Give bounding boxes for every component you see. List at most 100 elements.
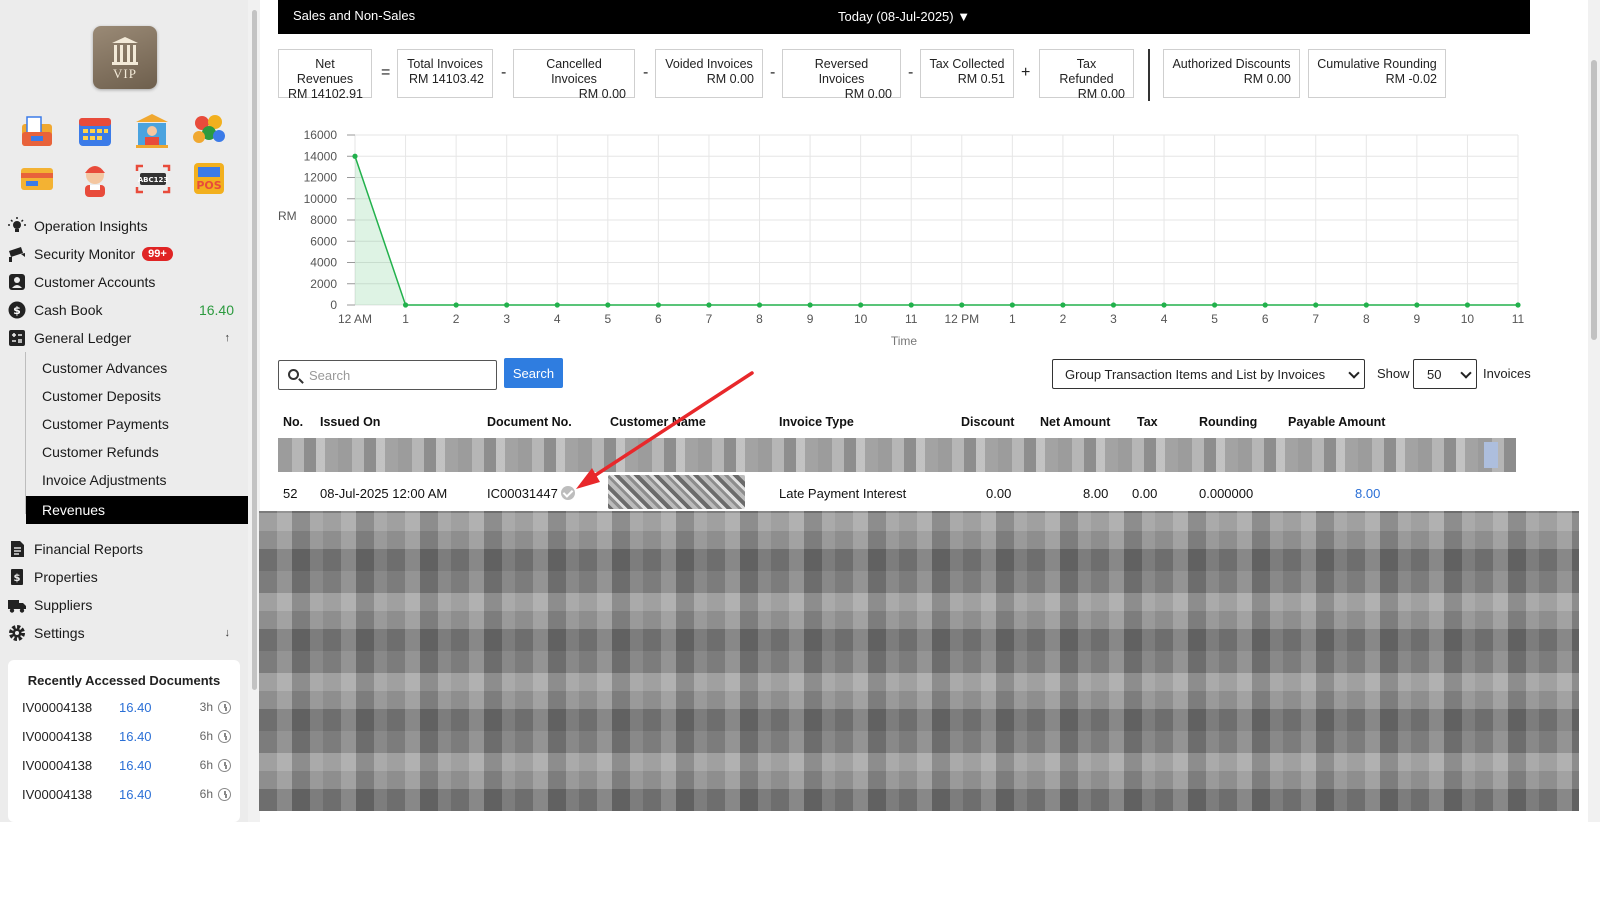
- pos-terminal-icon[interactable]: POS: [191, 160, 227, 194]
- chart-data-point[interactable]: [352, 153, 358, 159]
- bank-user-icon[interactable]: [134, 112, 170, 148]
- search-button[interactable]: Search: [504, 358, 563, 388]
- sub-customer-advances[interactable]: Customer Advances: [42, 354, 242, 382]
- vip-logo[interactable]: VIP: [93, 26, 157, 89]
- summary-cancelled-invoices: Cancelled Invoices RM 0.00: [513, 49, 635, 101]
- sidebar-scroll-thumb[interactable]: [252, 10, 257, 690]
- col-header-invoice-type[interactable]: Invoice Type: [779, 415, 854, 429]
- chart-data-point[interactable]: [554, 302, 560, 308]
- nav-properties[interactable]: $ Properties: [8, 563, 238, 591]
- y-tick-label: 16000: [304, 128, 338, 142]
- recent-doc-age: 3h: [199, 700, 213, 714]
- collapse-arrow-icon[interactable]: ↑: [225, 332, 231, 344]
- nav-financial-reports[interactable]: Financial Reports: [8, 535, 238, 563]
- chart-data-point[interactable]: [756, 302, 763, 308]
- y-tick-label: 6000: [310, 234, 337, 248]
- redacted-table-row: [278, 438, 1516, 472]
- page-size-select[interactable]: 50: [1413, 359, 1477, 389]
- support-agent-icon[interactable]: [77, 161, 113, 197]
- x-tick-label: 1: [402, 312, 409, 326]
- recent-doc-amount[interactable]: 16.40: [119, 758, 189, 773]
- recent-doc-number[interactable]: IV00004138: [22, 729, 119, 744]
- nav-settings[interactable]: Settings ↓: [8, 619, 238, 647]
- chart-data-point[interactable]: [807, 302, 813, 308]
- recent-doc-amount[interactable]: 16.40: [119, 700, 189, 715]
- x-tick-label: 7: [1312, 312, 1319, 326]
- recent-doc-number[interactable]: IV00004138: [22, 758, 119, 773]
- chart-data-point[interactable]: [1262, 302, 1268, 308]
- recent-doc-amount[interactable]: 16.40: [119, 729, 189, 744]
- col-header-discount[interactable]: Discount: [961, 415, 1014, 429]
- abc123-scan-icon[interactable]: ABC123: [134, 162, 171, 196]
- recent-doc-amount[interactable]: 16.40: [119, 787, 189, 802]
- col-header-customer-name[interactable]: Customer Name: [610, 415, 706, 429]
- nav-security-monitor[interactable]: Security Monitor 99+: [8, 240, 238, 268]
- main-scroll-thumb[interactable]: [1591, 60, 1597, 340]
- search-input[interactable]: Search: [278, 360, 497, 390]
- chart-data-point[interactable]: [706, 302, 712, 308]
- sub-customer-payments[interactable]: Customer Payments: [42, 410, 242, 438]
- operator-equals: =: [381, 64, 391, 81]
- chart-data-point[interactable]: [453, 302, 459, 308]
- nav-cash-book[interactable]: $ Cash Book 16.40: [8, 296, 238, 324]
- cell-net-amount: 8.00: [1083, 486, 1109, 501]
- nav-label: Operation Insights: [34, 218, 148, 234]
- chart-data-point[interactable]: [1060, 302, 1066, 308]
- nav-label: General Ledger: [34, 330, 132, 346]
- fruit-basket-icon[interactable]: [191, 112, 227, 146]
- group-by-select[interactable]: Group Transaction Items and List by Invo…: [1052, 359, 1365, 389]
- recent-document-row[interactable]: IV00004138 16.40 6h: [22, 726, 232, 746]
- chart-data-point[interactable]: [655, 302, 661, 308]
- recent-document-row[interactable]: IV00004138 16.40 6h: [22, 784, 232, 804]
- col-header-payable-amount[interactable]: Payable Amount: [1288, 415, 1385, 429]
- chart-data-point[interactable]: [908, 302, 914, 308]
- nav-label: Customer Accounts: [34, 274, 156, 290]
- credit-card-icon[interactable]: [19, 162, 55, 196]
- col-header-document-no[interactable]: Document No.: [487, 415, 572, 429]
- recent-doc-number[interactable]: IV00004138: [22, 700, 119, 715]
- recent-document-row[interactable]: IV00004138 16.40 3h: [22, 697, 232, 717]
- chart-data-point[interactable]: [1515, 302, 1521, 308]
- chart-data-point[interactable]: [1161, 302, 1167, 308]
- chart-data-point[interactable]: [1110, 302, 1117, 308]
- date-range-dropdown[interactable]: Today (08-Jul-2025) ▼: [838, 9, 970, 24]
- chart-data-point[interactable]: [605, 302, 611, 308]
- chart-data-point[interactable]: [1009, 302, 1015, 308]
- sub-revenues[interactable]: Revenues: [26, 496, 250, 524]
- cell-document-no[interactable]: IC00031447: [487, 486, 558, 501]
- chart-data-point[interactable]: [504, 302, 510, 308]
- chart-data-point[interactable]: [1414, 302, 1420, 308]
- document-folder-icon[interactable]: [19, 114, 55, 148]
- chart-data-point[interactable]: [402, 302, 409, 308]
- nav-label: Security Monitor: [34, 246, 136, 262]
- col-header-issued-on[interactable]: Issued On: [320, 415, 380, 429]
- recent-document-row[interactable]: IV00004138 16.40 6h: [22, 755, 232, 775]
- nav-suppliers[interactable]: Suppliers: [8, 591, 238, 619]
- nav-operation-insights[interactable]: Operation Insights: [8, 212, 238, 240]
- col-header-tax[interactable]: Tax: [1137, 415, 1158, 429]
- chevron-down-icon: [1460, 367, 1472, 379]
- cell-payable-amount[interactable]: 8.00: [1355, 486, 1380, 501]
- chart-data-point[interactable]: [1313, 302, 1319, 308]
- expand-arrow-icon[interactable]: ↓: [225, 627, 231, 639]
- calendar-icon[interactable]: [77, 114, 113, 148]
- nav-general-ledger[interactable]: General Ledger ↑: [8, 324, 238, 352]
- col-header-no[interactable]: No.: [283, 415, 303, 429]
- verified-check-icon[interactable]: [561, 486, 575, 500]
- chart-data-point[interactable]: [858, 302, 864, 308]
- col-header-net-amount[interactable]: Net Amount: [1040, 415, 1110, 429]
- recent-doc-number[interactable]: IV00004138: [22, 787, 119, 802]
- main-scrollbar[interactable]: [1588, 0, 1600, 822]
- chart-data-point[interactable]: [959, 302, 965, 308]
- chart-data-point[interactable]: [1212, 302, 1218, 308]
- x-tick-label: 2: [1060, 312, 1067, 326]
- col-header-rounding[interactable]: Rounding: [1199, 415, 1257, 429]
- sub-customer-refunds[interactable]: Customer Refunds: [42, 438, 242, 466]
- svg-text:$: $: [14, 573, 21, 584]
- summary-divider: [1148, 49, 1150, 101]
- sub-invoice-adjustments[interactable]: Invoice Adjustments: [42, 466, 242, 494]
- sub-customer-deposits[interactable]: Customer Deposits: [42, 382, 242, 410]
- chart-data-point[interactable]: [1464, 302, 1471, 308]
- chart-data-point[interactable]: [1363, 302, 1369, 308]
- nav-customer-accounts[interactable]: Customer Accounts: [8, 268, 238, 296]
